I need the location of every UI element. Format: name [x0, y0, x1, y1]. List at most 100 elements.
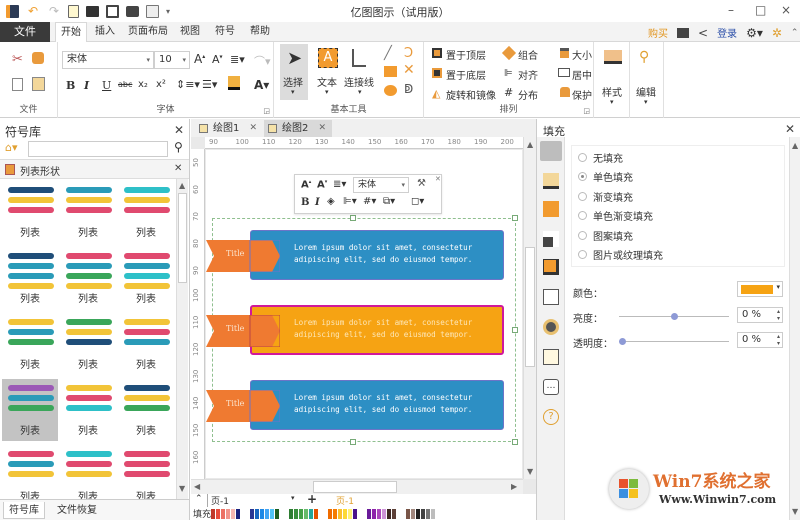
list-item-text[interactable]: Lorem ipsum dolor sit amet, consectetur …	[294, 392, 499, 416]
fill-icon[interactable]: ◈	[327, 196, 335, 207]
login-link[interactable]: 登录	[717, 25, 737, 40]
radio-button[interactable]	[578, 172, 587, 181]
cut-icon[interactable]: ✂	[12, 52, 23, 67]
close-tab-icon[interactable]: ✕	[249, 120, 257, 137]
fill-option[interactable]: 渐变填充	[578, 189, 633, 204]
library-shape-item[interactable]: 列表	[118, 181, 174, 243]
rotate-mirror-button[interactable]: 旋转和镜像	[446, 87, 496, 102]
fill-option[interactable]: 单色渐变填充	[578, 209, 653, 223]
buy-link[interactable]: 购买	[648, 25, 668, 40]
color-swatch[interactable]	[216, 509, 220, 519]
scroll-up-icon[interactable]: ▲	[527, 140, 533, 149]
color-swatch[interactable]	[348, 509, 352, 519]
tab-view[interactable]: 视图	[175, 22, 205, 42]
color-swatch[interactable]	[309, 509, 313, 519]
line-spacing-icon[interactable]: ≣▾	[230, 53, 245, 66]
color-swatch[interactable]	[304, 509, 308, 519]
scroll-thumb[interactable]	[525, 247, 535, 367]
line-tab-icon[interactable]	[543, 173, 559, 189]
collapse-icon[interactable]: ⌃	[195, 494, 203, 504]
close-library-icon[interactable]: ✕	[174, 123, 184, 137]
library-shape-item[interactable]: 列表	[60, 379, 116, 441]
highlight-color-icon[interactable]	[228, 76, 240, 90]
color-swatch[interactable]	[406, 509, 410, 519]
scroll-thumb[interactable]	[178, 193, 187, 283]
grow-font-icon[interactable]: A▴	[301, 179, 311, 190]
tab-help[interactable]: 帮助	[245, 22, 275, 42]
library-shape-item[interactable]: 列表	[60, 247, 116, 309]
drawing-page[interactable]: Title Lorem ipsum dolor sit amet, consect…	[206, 150, 522, 478]
settings-gear-icon[interactable]: ⚙▾	[746, 26, 763, 40]
color-swatch[interactable]	[353, 509, 357, 519]
connector-tool-button[interactable]: 连接线 ▾	[344, 44, 376, 100]
list-shape[interactable]: Title Lorem ipsum dolor sit amet, consect…	[206, 230, 516, 282]
spin-arrows-icon[interactable]: ▴ ▾	[777, 308, 780, 322]
style-button[interactable]: 样式 ▾	[596, 42, 630, 118]
page-tab-1[interactable]: 页-1	[336, 494, 354, 507]
tab-home[interactable]: 开始	[55, 22, 87, 43]
scroll-thumb[interactable]	[313, 481, 397, 493]
color-swatch[interactable]	[421, 509, 425, 519]
radio-button[interactable]	[578, 250, 587, 259]
bullets-icon[interactable]: ☰▾	[202, 78, 217, 91]
distribute-icon[interactable]: #▾	[363, 196, 376, 207]
hyperlink-tab-icon[interactable]	[543, 319, 559, 335]
screenshot-icon[interactable]	[677, 27, 689, 38]
color-swatch[interactable]	[260, 509, 264, 519]
color-swatch[interactable]	[411, 509, 415, 519]
library-shape-item[interactable]: 列表	[60, 181, 116, 243]
align-text-icon[interactable]: ≣▾	[333, 179, 346, 190]
rectangle-tool-icon[interactable]	[384, 66, 397, 77]
file-menu[interactable]: 文件	[0, 22, 50, 42]
home-icon[interactable]: ⌂▾	[5, 141, 18, 154]
scroll-down-icon[interactable]: ▼	[179, 484, 185, 493]
resize-handle[interactable]	[512, 215, 518, 221]
format-painter-icon[interactable]	[32, 52, 44, 64]
tab-page-layout[interactable]: 页面布局	[125, 22, 171, 42]
skin-icon[interactable]: ✲	[772, 26, 782, 40]
list-item-text[interactable]: Lorem ipsum dolor sit amet, consectetur …	[294, 317, 499, 341]
color-swatch[interactable]	[328, 509, 332, 519]
color-swatch[interactable]	[382, 509, 386, 519]
color-swatch[interactable]	[211, 509, 215, 519]
chevron-down-icon[interactable]: ▾	[291, 494, 295, 502]
line-tool-icon[interactable]: ╱	[384, 46, 392, 61]
color-swatch[interactable]	[250, 509, 254, 519]
fill-option[interactable]: 图片或纹理填充	[578, 248, 663, 262]
library-scrollbar[interactable]: ▲ ▼	[176, 179, 188, 499]
protect-button[interactable]: 保护	[572, 87, 592, 102]
search-icon[interactable]: ⚲	[174, 140, 183, 154]
resize-handle[interactable]	[350, 215, 356, 221]
dialog-launcher-icon[interactable]: ◲	[583, 107, 590, 115]
color-swatch[interactable]	[236, 509, 240, 519]
spin-arrows-icon[interactable]: ▴ ▾	[777, 333, 780, 347]
list-shape[interactable]: Title Lorem ipsum dolor sit amet, consect…	[206, 305, 516, 357]
shrink-font-icon[interactable]: A▾	[212, 53, 223, 66]
color-swatch[interactable]	[255, 509, 259, 519]
close-fill-panel-icon[interactable]: ✕	[785, 122, 795, 136]
library-search-input[interactable]	[28, 141, 168, 157]
color-swatch[interactable]	[226, 509, 230, 519]
line-color-icon[interactable]: ◻▾	[411, 196, 424, 207]
scroll-down-icon[interactable]: ▼	[527, 467, 533, 476]
slider-knob[interactable]	[619, 338, 626, 345]
cross-tool-icon[interactable]: ✕	[403, 62, 415, 78]
library-shape-item[interactable]: 列表	[2, 445, 58, 499]
list-item-text[interactable]: Lorem ipsum dolor sit amet, consectetur …	[294, 242, 499, 266]
color-swatch[interactable]	[416, 509, 420, 519]
align-button[interactable]: 对齐	[518, 67, 538, 82]
horizontal-scrollbar[interactable]: ◀ ▶	[191, 479, 523, 494]
copy-icon[interactable]	[12, 78, 23, 91]
color-swatch[interactable]	[387, 509, 391, 519]
center-button[interactable]: 居中	[572, 67, 592, 82]
tab-insert[interactable]: 插入	[90, 22, 120, 42]
group-button[interactable]: 组合	[518, 47, 538, 62]
color-swatch[interactable]	[289, 509, 293, 519]
pen-tool-icon[interactable]: ↁ	[404, 82, 413, 96]
library-shape-item[interactable]: 列表	[2, 181, 58, 243]
arc-tool-icon[interactable]: Ↄ	[404, 46, 413, 61]
superscript-button[interactable]: x²	[156, 79, 166, 90]
list-item-title[interactable]: Title	[226, 324, 244, 333]
color-swatch[interactable]	[392, 509, 396, 519]
close-tab-icon[interactable]: ✕	[318, 120, 326, 137]
